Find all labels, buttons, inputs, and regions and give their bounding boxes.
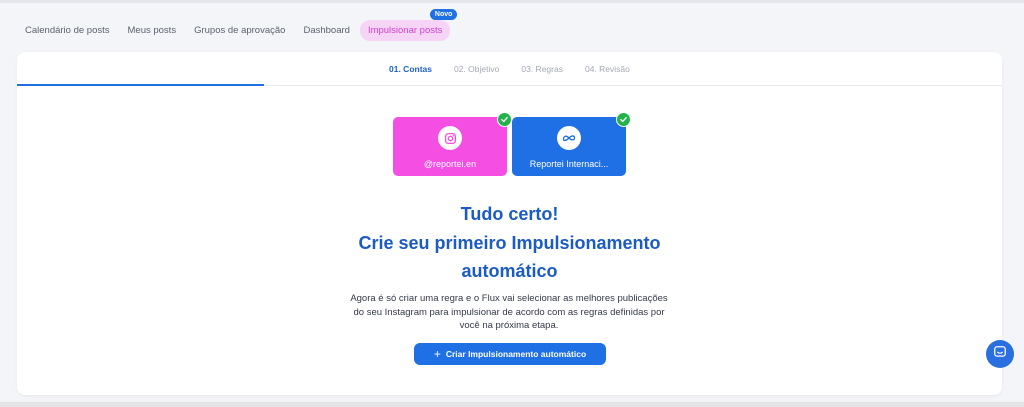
check-icon [497,112,512,127]
check-icon [616,112,631,127]
stepper-progress-bar [17,84,264,86]
top-edge [0,0,1024,3]
account-label: @reportei.en [423,159,477,169]
instagram-icon [438,126,462,150]
nav-item-calendario[interactable]: Calendário de posts [17,21,118,40]
cta-label: Criar Impulsionamento automático [445,349,587,359]
description-line: Agora é só criar uma regra e o Flux vai … [350,293,668,304]
new-badge: Novo [429,8,458,20]
account-cards: @reportei.en Reportei Internaci... [393,112,631,176]
step-revisao[interactable]: 04. Revisão [585,64,630,74]
account-card-instagram[interactable]: @reportei.en [393,112,512,176]
step-objetivo[interactable]: 02. Objetivo [454,64,499,74]
description-text: Agora é só criar uma regra e o Flux vai … [329,292,689,333]
nav-item-impulsionar-posts[interactable]: Impulsionar posts Novo [359,8,458,41]
chat-icon [993,345,1007,364]
account-card-meta[interactable]: Reportei Internaci... [512,112,631,176]
title-line: Tudo certo! [460,204,559,224]
description-line: do seu Instagram para impulsionar de aco… [353,306,665,318]
stepper: 01. Contas 02. Objetivo 03. Regras 04. R… [17,52,1002,86]
top-nav: Calendário de posts Meus posts Grupos de… [17,8,458,41]
page-title: Tudo certo! Crie seu primeiro Impulsiona… [17,200,1002,286]
nav-item-impulsionar-label: Impulsionar posts [367,24,443,36]
account-label: Reportei Internaci... [529,159,609,169]
description-line: você na próxima etapa. [459,320,559,331]
nav-item-grupos-aprovacao[interactable]: Grupos de aprovação [186,21,293,40]
bottom-edge [0,402,1024,407]
nav-item-meus-posts[interactable]: Meus posts [120,21,185,40]
step-regras[interactable]: 03. Regras [521,64,563,74]
nav-item-dashboard[interactable]: Dashboard [295,21,357,40]
plus-icon: + [433,347,441,361]
wizard-card: 01. Contas 02. Objetivo 03. Regras 04. R… [17,52,1002,395]
title-line: Crie seu primeiro Impulsionamento [358,232,661,253]
title-line: automático [461,261,558,281]
meta-icon [557,126,581,150]
chat-launcher-button[interactable] [986,340,1014,368]
step-contas[interactable]: 01. Contas [389,64,432,74]
create-automatic-boost-button[interactable]: + Criar Impulsionamento automático [414,343,606,365]
